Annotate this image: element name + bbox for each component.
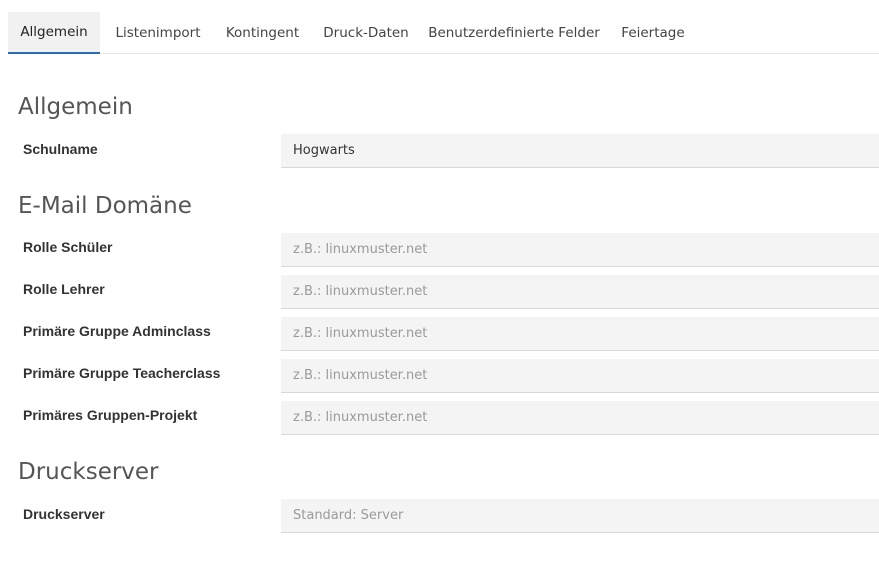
school-name-label: Schulname bbox=[23, 141, 98, 157]
tab-label: Kontingent bbox=[225, 25, 300, 41]
section-title-printserver: Druckserver bbox=[18, 459, 159, 485]
tab-listenimport[interactable]: Listenimport bbox=[106, 12, 210, 54]
primary-group-adminclass-field[interactable] bbox=[281, 317, 879, 351]
primary-group-adminclass-label: Primäre Gruppe Adminclass bbox=[23, 323, 211, 339]
section-title-email-domain: E-Mail Domäne bbox=[18, 193, 192, 219]
tab-label: Feiertage bbox=[621, 25, 685, 41]
school-name-field[interactable] bbox=[281, 134, 879, 168]
tab-feiertage[interactable]: Feiertage bbox=[611, 12, 695, 54]
tab-label: Allgemein bbox=[20, 24, 88, 40]
role-student-label: Rolle Schüler bbox=[23, 239, 113, 255]
tab-benutzerdefinierte-felder[interactable]: Benutzerdefinierte Felder bbox=[422, 12, 606, 54]
tab-label: Listenimport bbox=[115, 25, 201, 41]
primary-group-project-field[interactable] bbox=[281, 401, 879, 435]
primary-group-teacherclass-label: Primäre Gruppe Teacherclass bbox=[23, 365, 221, 381]
tab-label: Benutzerdefinierte Felder bbox=[428, 25, 600, 41]
tab-bar: Allgemein Listenimport Kontingent Druck-… bbox=[8, 12, 879, 54]
primary-group-project-label: Primäres Gruppen-Projekt bbox=[23, 407, 198, 423]
section-title-general: Allgemein bbox=[18, 94, 133, 120]
role-teacher-label: Rolle Lehrer bbox=[23, 281, 105, 297]
primary-group-teacherclass-field[interactable] bbox=[281, 359, 879, 393]
tab-allgemein[interactable]: Allgemein bbox=[8, 12, 100, 54]
role-student-domain-field[interactable] bbox=[281, 233, 879, 267]
tab-druck-daten[interactable]: Druck-Daten bbox=[316, 12, 416, 54]
printserver-label: Druckserver bbox=[23, 506, 105, 522]
role-teacher-domain-field[interactable] bbox=[281, 275, 879, 309]
tab-kontingent[interactable]: Kontingent bbox=[216, 12, 309, 54]
printserver-field[interactable] bbox=[281, 499, 879, 533]
tab-label: Druck-Daten bbox=[323, 25, 409, 41]
